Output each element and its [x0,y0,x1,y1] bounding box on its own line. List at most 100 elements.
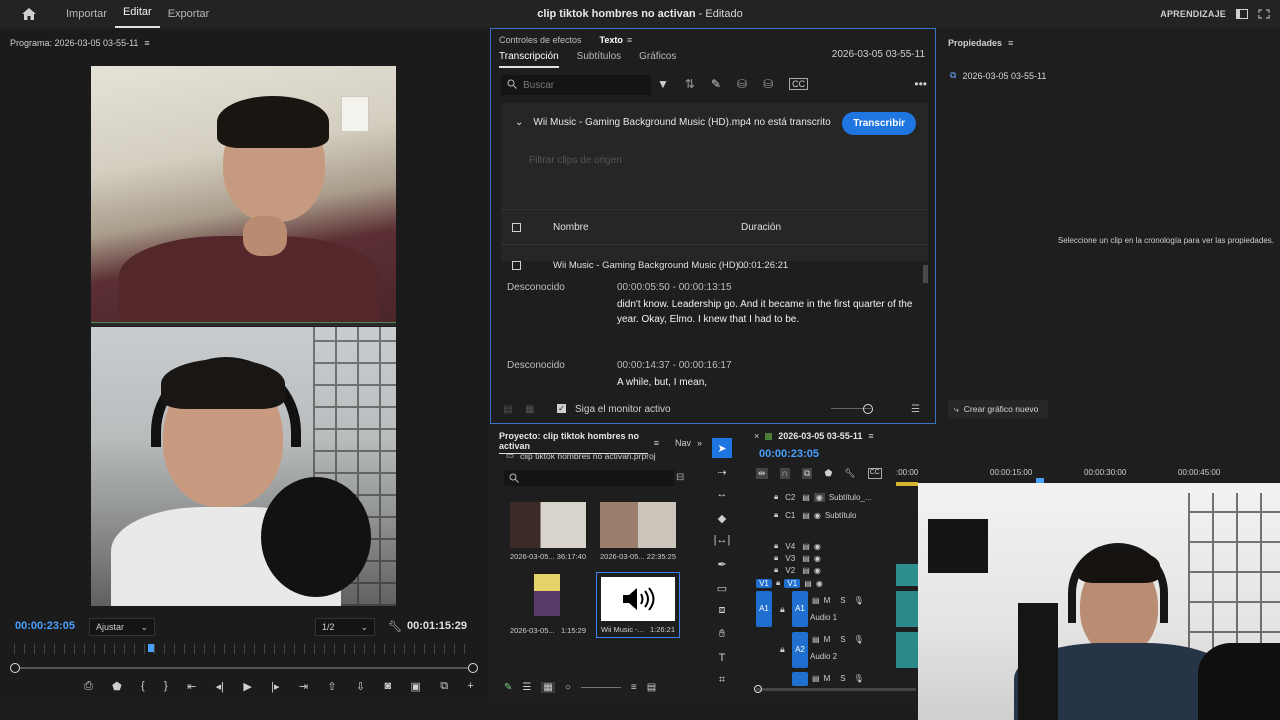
captions-icon[interactable]: CC [867,468,882,479]
video-track-v3[interactable]: 🔒︎ V3 ▤ ◉ [774,552,821,564]
lock-icon[interactable]: 🔒︎ [774,553,778,563]
wrench-icon[interactable]: 🔧︎ [388,620,402,633]
tab-navigator[interactable]: Nav [675,438,691,448]
mute-button[interactable]: M [824,674,831,683]
project-item-thumbnail[interactable] [534,574,560,616]
track-id[interactable]: V4 [782,542,798,551]
fit-dropdown[interactable]: Ajustar ⌄ [89,618,155,636]
tab-transcription[interactable]: Transcripción [499,49,559,68]
eye-icon[interactable]: ◉ [814,542,821,551]
sync-lock-icon[interactable]: ▤ [812,635,820,644]
sync-lock-icon[interactable]: ▤ [802,542,810,551]
sync-lock-icon[interactable]: ▤ [812,674,820,683]
icon-view-icon[interactable]: ▦ [541,682,555,693]
table-row[interactable]: Wii Music - Gaming Background Music (HD)… [501,251,928,281]
more-icon[interactable]: ••• [914,77,927,91]
track-a1-id[interactable]: A1 [792,591,808,627]
mark-out-icon[interactable]: } [164,680,168,693]
timeline-scrollbar-handle[interactable] [754,685,762,693]
snap-icon[interactable]: ∩ [779,468,791,479]
marker-icon[interactable]: ⬟ [112,680,122,693]
new-bin-icon[interactable]: ⊟ [676,472,684,483]
segment-speaker[interactable]: Desconocido [507,282,617,293]
sync-lock-icon[interactable]: ▤ [802,554,810,563]
go-to-out-icon[interactable]: ⇥ [299,680,308,693]
lift-icon[interactable]: ⇧ [327,680,336,693]
tab-captions[interactable]: Subtítulos [577,49,621,68]
panel-menu-icon[interactable]: ≡ [144,38,149,48]
merge-icon[interactable]: ⛁ [737,77,747,91]
add-marker-icon[interactable]: ⬟ [824,468,832,479]
sync-lock-icon[interactable]: ▤ [812,596,820,605]
video-track-v4[interactable]: 🔒︎ V4 ▤ ◉ [774,540,821,552]
transcript-search[interactable]: Buscar [501,75,651,95]
row-checkbox[interactable] [512,261,521,270]
solo-button[interactable]: S [840,596,845,605]
timeline-timecode[interactable]: 00:00:23:05 [759,448,819,460]
column-duration[interactable]: Duración [741,222,781,233]
project-item-thumbnail[interactable] [600,502,676,548]
type-tool-icon[interactable]: T [712,648,732,668]
source-patch-v1[interactable]: V1 [756,578,772,588]
pencil-icon[interactable]: ✎ [504,682,512,693]
project-item-thumbnail[interactable] [510,502,586,548]
program-video-top[interactable] [91,66,396,323]
lock-icon[interactable]: 🔒︎ [774,541,778,551]
sequence-tab[interactable]: 2026-03-05 03-55-11 [778,431,862,441]
segment-speaker[interactable]: Desconocido [507,360,617,371]
home-icon[interactable] [0,7,58,21]
zoom-slider-handle[interactable] [863,404,873,414]
filter-source-input[interactable]: Filtrar clips de origen [529,155,622,166]
split-icon[interactable]: ⇅ [685,77,695,91]
export-icon[interactable]: ▤ [503,404,512,415]
segment-text[interactable]: A while, but, I mean, [617,375,917,390]
caption-tool-icon[interactable]: ⌗ [712,670,732,690]
eye-icon[interactable]: ◉ [813,492,825,502]
source-patch-a1[interactable]: A1 [756,591,772,627]
timeline-scrollbar[interactable] [756,688,916,691]
razor-tool-icon[interactable]: ◆ [712,508,732,528]
extract-icon[interactable]: ⎙ [84,680,93,693]
program-current-timecode[interactable]: 00:00:23:05 [15,620,75,632]
video-track-v2[interactable]: 🔒︎ V2 ▤ ◉ [774,564,821,576]
sync-lock-icon[interactable]: ▤ [802,511,810,520]
tab-text[interactable]: Texto [600,35,623,45]
microphone-icon[interactable]: 🎙︎ [854,596,864,605]
follow-monitor-checkbox[interactable]: ✓ [557,404,566,413]
track-a3-id[interactable] [792,672,808,686]
filter-icon[interactable]: ▼ [657,77,669,91]
slip-tool-icon[interactable]: |↔| [712,530,732,550]
menu-export[interactable]: Exportar [160,0,218,28]
audio-clip-a1[interactable] [896,591,918,627]
camera-icon[interactable]: ◙ [384,680,391,693]
column-name[interactable]: Nombre [553,222,589,233]
add-button-icon[interactable]: + [467,680,473,693]
solo-button[interactable]: S [840,674,845,683]
segment-text[interactable]: didn't know. Leadership go. And it becam… [617,297,917,327]
step-forward-icon[interactable]: |▸ [271,680,279,693]
fullscreen-icon[interactable] [1258,9,1270,19]
work-area-bar[interactable] [896,482,918,486]
eye-icon[interactable]: ◉ [814,554,821,563]
automate-icon[interactable]: ▤ [647,682,656,693]
audio-clip-a2[interactable] [896,632,918,668]
track-id[interactable]: C1 [782,511,798,520]
track-id[interactable]: V3 [782,554,798,563]
workspace-panel-icon[interactable] [1236,9,1248,19]
project-item-selected[interactable]: Wii Music -... 1:26:21 [596,572,680,638]
step-back-icon[interactable]: ◂| [216,680,224,693]
import-icon[interactable]: ▦ [525,404,534,415]
search-input[interactable]: Buscar [523,80,554,91]
learning-button[interactable]: APRENDIZAJE [1160,9,1226,19]
solo-button[interactable]: S [840,635,845,644]
lock-icon[interactable]: 🔒︎ [776,578,780,588]
tab-effect-controls[interactable]: Controles de efectos [499,35,582,45]
sync-lock-icon[interactable]: ▤ [804,579,812,588]
sync-lock-icon[interactable]: ▤ [802,493,810,502]
track-id[interactable]: V1 [784,578,801,588]
track-id[interactable]: C2 [782,493,798,502]
mute-button[interactable]: M [824,596,831,605]
list-view-icon[interactable]: ☰ [522,682,531,693]
linked-selection-icon[interactable]: ⧉ [802,468,813,479]
video-clip[interactable] [896,564,918,586]
